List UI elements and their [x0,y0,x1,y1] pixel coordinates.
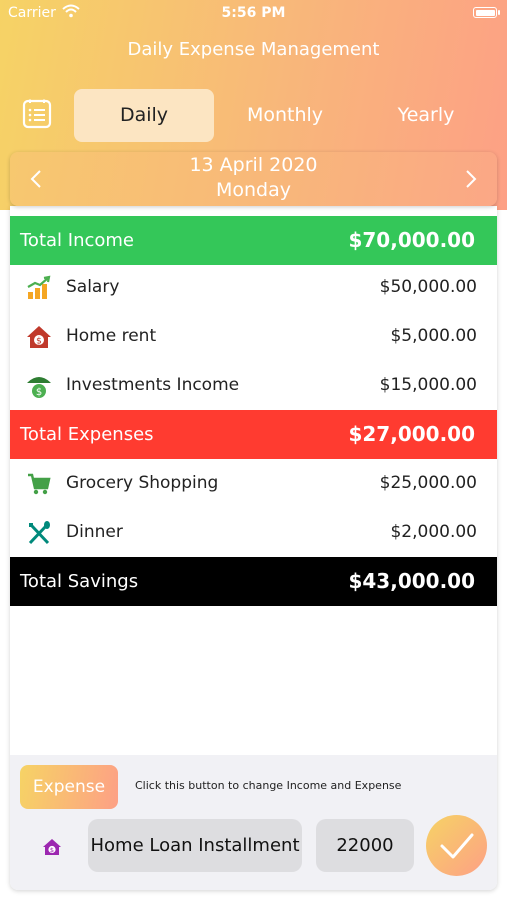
list-item-amount: $5,000.00 [390,326,477,346]
date-label: 13 April 2020 [189,154,318,176]
description-input[interactable]: Home Loan Installment [88,819,302,872]
status-bar: Carrier 5:56 PM [0,0,507,28]
svg-text:$: $ [50,846,54,854]
expense-toggle-button[interactable]: Expense [20,765,118,809]
shopping-cart-icon [28,473,51,495]
svg-text:$: $ [36,337,42,347]
fork-knife-icon [28,521,50,545]
list-item-investments[interactable]: $ Investments Income $15,000.00 [10,361,497,410]
clock: 5:56 PM [221,5,286,21]
total-expenses-amount: $27,000.00 [348,422,475,446]
battery-icon [473,7,497,18]
date-selector: 13 April 2020 Monday [10,152,497,206]
money-bag-umbrella-icon: $ [27,377,51,398]
total-expenses-label: Total Expenses [20,424,154,445]
total-savings-row: Total Savings $43,000.00 [10,557,497,606]
weekday-label: Monday [215,179,291,201]
list-item-label: Grocery Shopping [66,473,219,493]
list-item-amount: $2,000.00 [390,522,477,542]
list-item-grocery[interactable]: Grocery Shopping $25,000.00 [10,459,497,508]
total-income-amount: $70,000.00 [348,228,475,252]
total-income-row: Total Income $70,000.00 [10,216,497,265]
save-button[interactable] [426,815,487,876]
chevron-right-icon[interactable] [457,166,483,192]
list-item-amount: $25,000.00 [379,473,477,493]
total-expenses-row: Total Expenses $27,000.00 [10,410,497,459]
page-title: Daily Expense Management [127,39,380,60]
tab-monthly[interactable]: Monthly [215,89,355,142]
svg-text:$: $ [36,387,42,398]
entry-panel: Expense Click this button to change Inco… [10,755,497,890]
house-dollar-icon: $ [27,326,51,348]
toggle-hint: Click this button to change Income and E… [135,779,402,792]
amount-input[interactable]: 22000 [316,819,414,872]
list-item-amount: $50,000.00 [379,277,477,297]
list-item-salary[interactable]: Salary $50,000.00 [10,263,497,312]
total-savings-amount: $43,000.00 [348,569,475,593]
list-item-home-rent[interactable]: $ Home rent $5,000.00 [10,312,497,361]
battery-tip [498,10,500,15]
list-item-label: Home rent [66,326,157,346]
checkmark-icon [440,833,474,859]
tab-daily[interactable]: Daily [74,89,214,142]
list-item-label: Investments Income [66,375,240,395]
list-item-label: Dinner [66,522,123,542]
total-income-label: Total Income [20,230,134,251]
tab-yearly[interactable]: Yearly [356,89,496,142]
list-item-amount: $15,000.00 [379,375,477,395]
total-savings-label: Total Savings [20,571,139,592]
growth-chart-icon [27,275,51,299]
list-item-label: Salary [66,277,120,297]
house-dollar-icon[interactable]: $ [42,837,62,857]
list-icon[interactable] [21,98,53,130]
list-item-dinner[interactable]: Dinner $2,000.00 [10,508,497,557]
